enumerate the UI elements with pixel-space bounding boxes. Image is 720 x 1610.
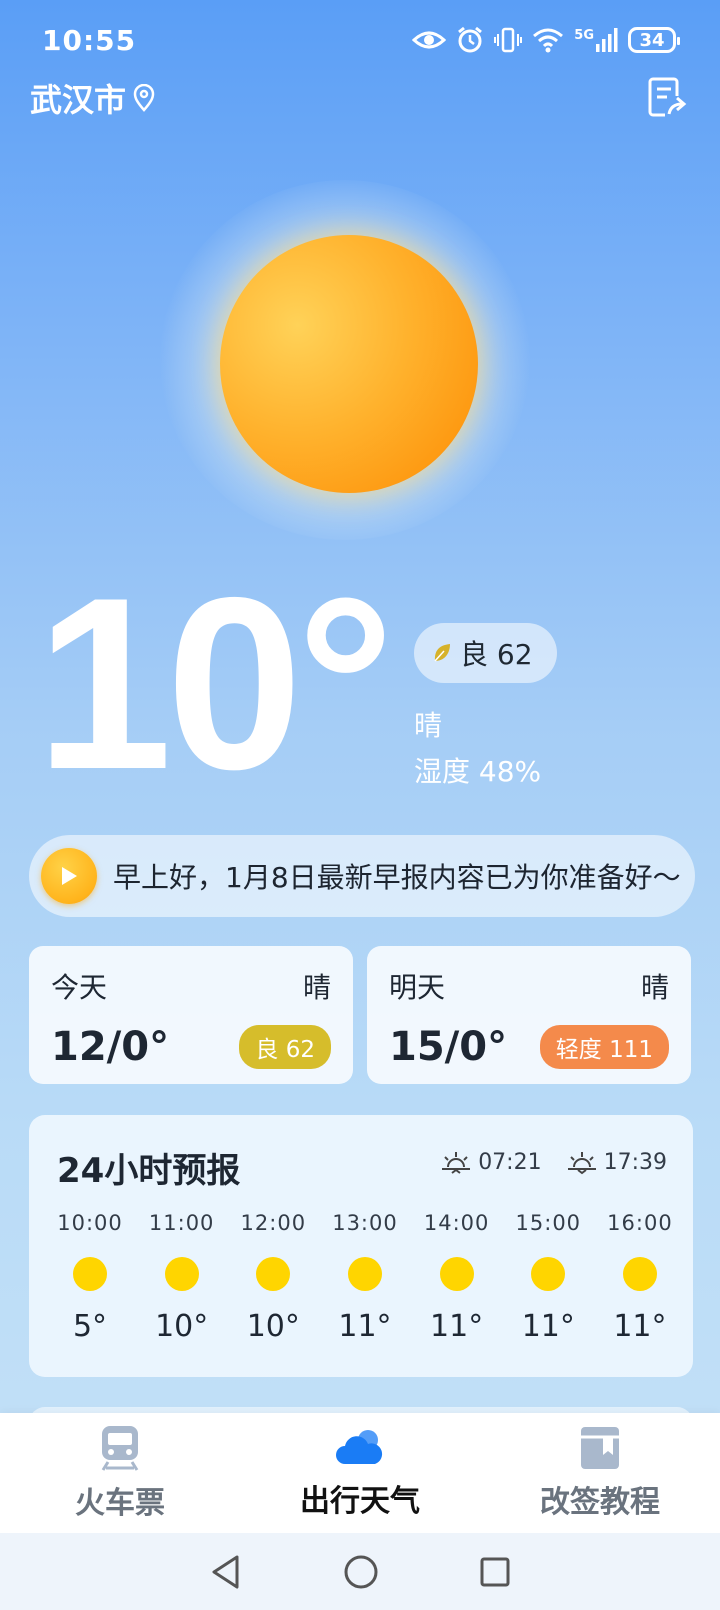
hour-temp: 11° bbox=[430, 1309, 484, 1344]
sun-icon bbox=[439, 1257, 474, 1291]
day-card-today[interactable]: 今天 晴 12/0° 良 62 bbox=[29, 946, 353, 1084]
edit-share-icon bbox=[648, 77, 687, 117]
back-icon[interactable] bbox=[209, 1554, 243, 1590]
eye-icon bbox=[412, 31, 447, 49]
hour-item: 10:00 5° bbox=[45, 1211, 135, 1344]
hour-item: 14:00 11° bbox=[412, 1211, 502, 1344]
sun-icon bbox=[347, 1257, 382, 1291]
hourly-forecast-card: 24小时预报 07:21 17:39 10:00 5° 11:00 10° 12… bbox=[29, 1115, 693, 1377]
sunrise: 07:21 bbox=[440, 1149, 542, 1175]
day-temp-range: 12/0° bbox=[51, 1024, 170, 1070]
cloud-icon bbox=[336, 1430, 383, 1464]
recents-icon[interactable] bbox=[479, 1556, 511, 1588]
current-temperature-block: 10° bbox=[36, 546, 394, 820]
day-card-tomorrow[interactable]: 明天 晴 15/0° 轻度 111 bbox=[367, 946, 691, 1084]
battery-level: 34 bbox=[639, 29, 665, 51]
network-type: 5G bbox=[574, 28, 594, 43]
day-condition: 晴 bbox=[302, 971, 331, 1004]
sun-icon bbox=[531, 1257, 566, 1291]
header: 武汉市 bbox=[0, 70, 720, 126]
day-condition: 晴 bbox=[640, 971, 669, 1004]
hour-temp: 10° bbox=[246, 1309, 300, 1344]
aqi-badge: 轻度 111 bbox=[539, 1025, 669, 1069]
sun-icon bbox=[164, 1257, 199, 1291]
tab-label: 改签教程 bbox=[540, 1485, 660, 1520]
sunrise-icon bbox=[442, 1152, 471, 1174]
hour-item: 11:00 10° bbox=[137, 1211, 227, 1344]
tab-train-tickets[interactable]: 火车票 bbox=[20, 1424, 220, 1522]
sun-icon bbox=[220, 235, 478, 493]
hour-temp: 11° bbox=[521, 1309, 575, 1344]
sun-times: 07:21 17:39 bbox=[440, 1149, 667, 1175]
hour-time: 12:00 bbox=[240, 1211, 307, 1235]
current-condition: 晴 bbox=[414, 709, 443, 742]
play-button[interactable] bbox=[41, 848, 97, 904]
hourly-list: 10:00 5° 11:00 10° 12:00 10° 13:00 11° 1… bbox=[29, 1211, 693, 1344]
status-bar: 10:55 5G 34 bbox=[0, 0, 720, 80]
aqi-badge: 良 62 bbox=[239, 1025, 331, 1069]
hour-temp: 10° bbox=[155, 1309, 209, 1344]
current-humidity: 湿度 48% bbox=[414, 755, 542, 788]
bottom-tab-bar: 火车票 出行天气 改签教程 bbox=[0, 1413, 720, 1533]
vibrate-icon bbox=[494, 27, 523, 53]
hour-time: 10:00 bbox=[57, 1211, 123, 1235]
alarm-icon bbox=[458, 26, 483, 53]
signal-icon: 5G bbox=[574, 28, 618, 52]
tab-rebooking-guide[interactable]: 改签教程 bbox=[500, 1425, 700, 1521]
status-time: 10:55 bbox=[42, 23, 137, 57]
hour-item: 16:00 11° bbox=[595, 1211, 685, 1344]
sunrise-time: 07:21 bbox=[478, 1149, 542, 1175]
current-temperature: 10° bbox=[36, 546, 394, 820]
morning-broadcast-banner[interactable]: 早上好，1月8日最新早报内容已为你准备好～ bbox=[29, 835, 695, 917]
day-temp-range: 15/0° bbox=[389, 1024, 508, 1070]
aqi-pill[interactable]: 良 62 bbox=[414, 623, 557, 683]
hour-item: 12:00 10° bbox=[228, 1211, 318, 1344]
hour-temp: 5° bbox=[72, 1309, 108, 1344]
book-icon bbox=[581, 1427, 619, 1469]
hour-time: 11:00 bbox=[148, 1211, 215, 1235]
sunset-icon bbox=[567, 1152, 596, 1175]
day-name: 明天 bbox=[389, 971, 446, 1004]
hour-temp: 11° bbox=[338, 1309, 392, 1344]
aqi-label: 良 62 bbox=[460, 638, 533, 671]
feedback-button[interactable] bbox=[644, 74, 692, 122]
broadcast-text: 早上好，1月8日最新早报内容已为你准备好～ bbox=[113, 861, 681, 894]
hour-time: 14:00 bbox=[423, 1211, 490, 1235]
day-name: 今天 bbox=[51, 971, 108, 1004]
sun-icon bbox=[622, 1257, 657, 1291]
hour-item: 15:00 11° bbox=[503, 1211, 593, 1344]
wifi-icon bbox=[533, 28, 564, 53]
sunset-time: 17:39 bbox=[603, 1149, 667, 1175]
train-icon bbox=[101, 1426, 139, 1471]
weather-illustration bbox=[150, 170, 550, 550]
tab-travel-weather[interactable]: 出行天气 bbox=[260, 1426, 460, 1520]
location-pin-icon bbox=[133, 84, 155, 112]
sun-icon bbox=[73, 1257, 107, 1291]
play-icon bbox=[62, 867, 77, 885]
hour-time: 16:00 bbox=[607, 1211, 673, 1235]
sunset: 17:39 bbox=[566, 1149, 667, 1175]
tab-label: 火车票 bbox=[75, 1486, 165, 1521]
tab-label: 出行天气 bbox=[300, 1484, 420, 1519]
hour-time: 13:00 bbox=[332, 1211, 398, 1235]
forecast-title: 24小时预报 bbox=[57, 1151, 241, 1191]
status-icons: 5G 34 bbox=[412, 26, 680, 54]
battery-icon: 34 bbox=[628, 27, 680, 53]
city-name: 武汉市 bbox=[30, 81, 127, 119]
system-navigation-bar bbox=[0, 1533, 720, 1610]
city-selector[interactable]: 武汉市 bbox=[30, 75, 156, 121]
leaf-icon bbox=[434, 644, 450, 662]
home-icon[interactable] bbox=[343, 1554, 379, 1590]
hour-temp: 11° bbox=[613, 1309, 667, 1344]
hour-time: 15:00 bbox=[515, 1211, 582, 1235]
sun-icon bbox=[256, 1257, 291, 1291]
hour-item: 13:00 11° bbox=[320, 1211, 410, 1344]
